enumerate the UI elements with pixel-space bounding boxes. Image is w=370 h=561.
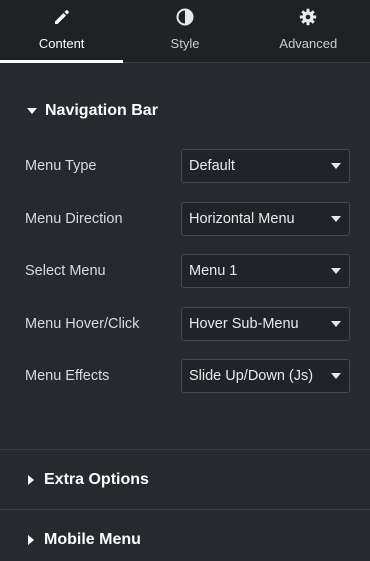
gear-icon — [298, 7, 318, 27]
menu-hover-click-row: Menu Hover/Click Hover Sub-Menu — [0, 306, 370, 341]
tab-advanced-label: Advanced — [279, 36, 338, 51]
mobile-menu-section-header[interactable]: Mobile Menu — [0, 510, 370, 561]
pencil-icon — [52, 7, 72, 27]
select-menu-select[interactable]: Menu 1 — [181, 254, 350, 288]
caret-right-icon — [28, 473, 38, 487]
menu-hover-click-value: Hover Sub-Menu — [189, 315, 299, 332]
editor-panel: Content Style Advanced Navigation Bar Me… — [0, 0, 370, 561]
chevron-down-icon — [331, 215, 341, 222]
extra-options-title: Extra Options — [44, 470, 149, 488]
menu-effects-row: Menu Effects Slide Up/Down (Js) — [0, 359, 370, 393]
caret-down-icon — [25, 104, 39, 118]
menu-type-select[interactable]: Default — [181, 149, 350, 183]
menu-type-value: Default — [189, 158, 235, 174]
menu-type-row: Menu Type Default — [0, 149, 370, 183]
tab-style-label: Style — [170, 36, 200, 51]
extra-options-section-header[interactable]: Extra Options — [0, 450, 370, 510]
menu-effects-label: Menu Effects — [25, 368, 110, 384]
half-circle-icon — [175, 7, 195, 27]
select-menu-value: Menu 1 — [189, 263, 238, 279]
menu-hover-click-select[interactable]: Hover Sub-Menu — [181, 306, 350, 341]
menu-direction-value: Horizontal Menu — [189, 210, 295, 227]
menu-hover-click-label: Menu Hover/Click — [25, 315, 140, 332]
navigation-bar-section: Navigation Bar Menu Type Default Menu Di… — [0, 63, 370, 450]
chevron-down-icon — [331, 163, 341, 169]
menu-type-label: Menu Type — [25, 158, 97, 174]
navigation-bar-controls: Menu Type Default Menu Direction Horizon… — [0, 135, 370, 393]
menu-effects-value: Slide Up/Down (Js) — [189, 368, 314, 384]
mobile-menu-title: Mobile Menu — [44, 531, 141, 548]
tab-content-label: Content — [38, 36, 85, 51]
chevron-down-icon — [331, 320, 341, 327]
select-menu-label: Select Menu — [25, 263, 106, 279]
chevron-down-icon — [331, 373, 341, 379]
select-menu-row: Select Menu Menu 1 — [0, 254, 370, 288]
panel-tabs: Content Style Advanced — [0, 0, 370, 63]
caret-right-icon — [28, 533, 38, 547]
tab-style[interactable]: Style — [123, 0, 246, 62]
menu-direction-label: Menu Direction — [25, 210, 123, 227]
chevron-down-icon — [331, 268, 341, 274]
tab-content[interactable]: Content — [0, 0, 124, 63]
navigation-bar-title: Navigation Bar — [45, 102, 158, 119]
menu-direction-select[interactable]: Horizontal Menu — [181, 201, 350, 236]
menu-effects-select[interactable]: Slide Up/Down (Js) — [181, 359, 350, 393]
navigation-bar-section-header[interactable]: Navigation Bar — [0, 87, 370, 135]
tab-advanced[interactable]: Advanced — [247, 0, 370, 62]
menu-direction-row: Menu Direction Horizontal Menu — [0, 201, 370, 236]
